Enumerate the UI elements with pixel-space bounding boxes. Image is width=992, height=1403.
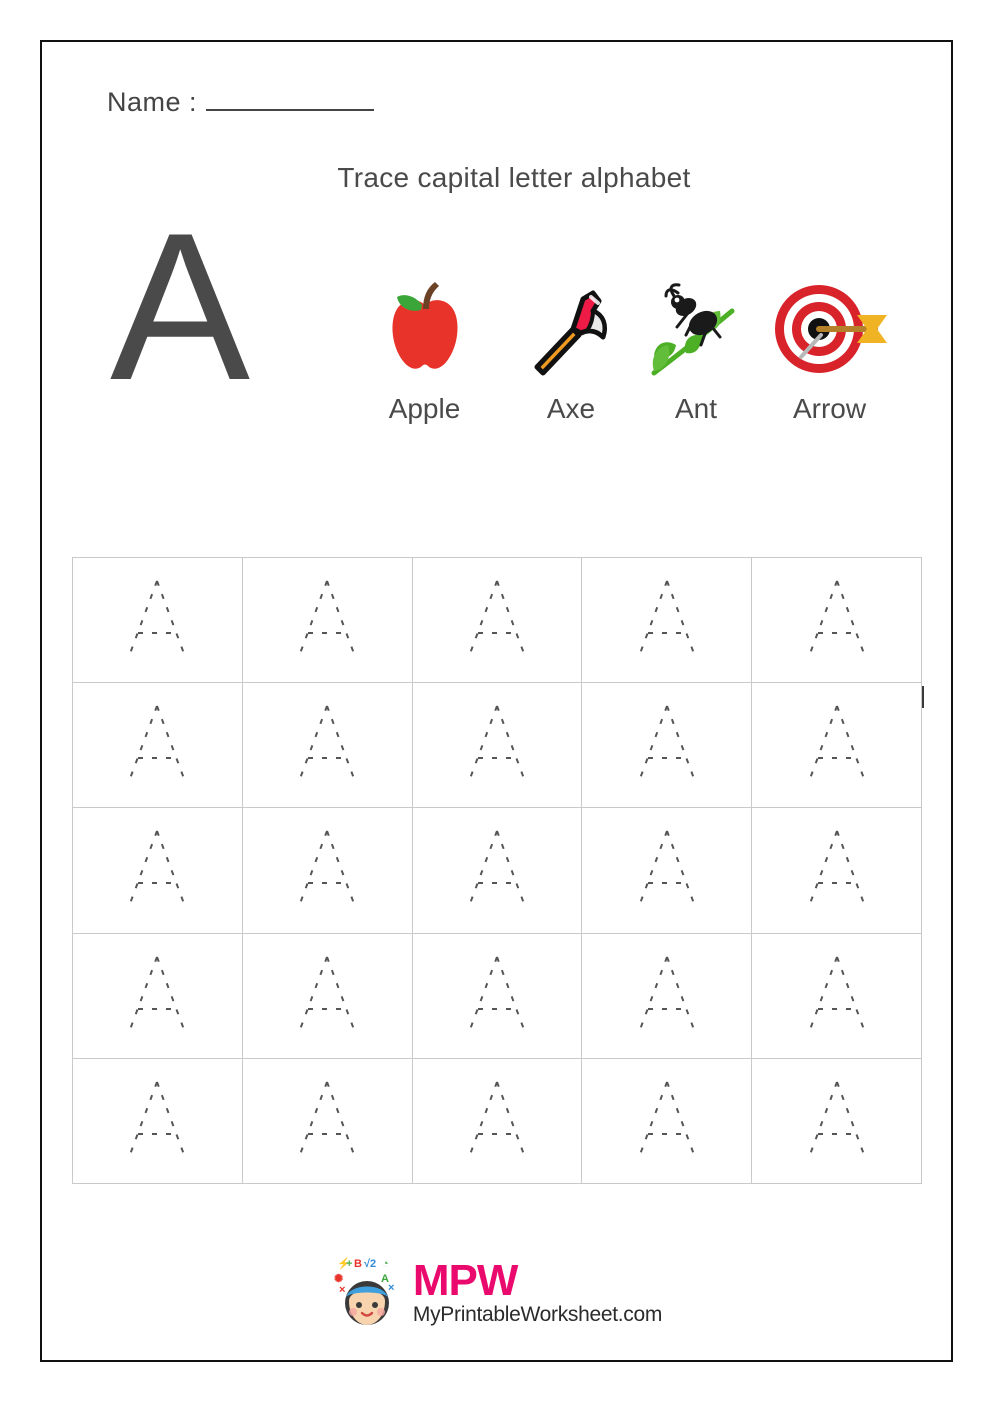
- trace-cell[interactable]: [242, 558, 413, 684]
- trace-cell[interactable]: [73, 683, 243, 809]
- student-face-icon: ⚡ + B √2 ◔ A ✺ × ×: [334, 1257, 394, 1325]
- dashed-letter-a: [127, 705, 188, 785]
- name-label: Name :: [107, 87, 198, 117]
- trace-cell[interactable]: [73, 558, 243, 684]
- dashed-letter-a: [467, 1081, 527, 1161]
- logo-mpw: MPW: [412, 1255, 519, 1305]
- trace-cell[interactable]: [242, 808, 413, 934]
- dashed-letter-a: [636, 705, 697, 785]
- trace-cell[interactable]: [412, 558, 583, 684]
- trace-cell[interactable]: [412, 808, 583, 934]
- trace-cell[interactable]: [752, 1058, 922, 1184]
- example-label-ant: Ant: [674, 393, 718, 424]
- svg-text:√2: √2: [364, 1258, 376, 1270]
- dashed-letter-a: [806, 831, 867, 910]
- trace-cell[interactable]: [582, 808, 753, 934]
- svg-text:×: ×: [388, 1282, 394, 1294]
- example-label-arrow: Arrow: [792, 393, 867, 424]
- dashed-letter-a: [297, 705, 358, 785]
- trace-cell[interactable]: [242, 683, 413, 809]
- trace-cell[interactable]: [412, 1058, 583, 1184]
- dashed-letter-a: [806, 580, 867, 660]
- mascot-art: ⚡ + B √2 ◔ A ✺ × ×: [331, 1255, 407, 1332]
- dashed-letter-a: [806, 956, 867, 1036]
- dashed-letter-a: [297, 831, 358, 910]
- svg-text:◔: ◔: [382, 1258, 389, 1270]
- example-ant: Ant: [635, 269, 757, 425]
- dashed-letter-a: [297, 956, 358, 1036]
- name-write-line[interactable]: [206, 109, 375, 111]
- trace-cell[interactable]: [242, 933, 413, 1059]
- dashed-letter-a: [636, 831, 697, 910]
- example-arrow: Arrow: [757, 269, 902, 425]
- example-words-strip: Apple Axe Ant Arrow: [342, 269, 902, 425]
- trace-cell[interactable]: [73, 1058, 243, 1184]
- dashed-letter-a: [127, 831, 188, 910]
- trace-cell[interactable]: [752, 683, 922, 809]
- svg-text:×: ×: [339, 1284, 345, 1296]
- apple-art: [373, 269, 477, 379]
- grid-edge-tick: [922, 686, 924, 708]
- svg-text:+: +: [346, 1258, 352, 1270]
- axe-art: [521, 269, 621, 379]
- apple-icon: [391, 282, 458, 369]
- trace-cell[interactable]: [752, 933, 922, 1059]
- axe-icon: [534, 290, 608, 376]
- trace-cell[interactable]: [73, 933, 243, 1059]
- dashed-letter-a: [806, 705, 867, 785]
- trace-cell[interactable]: [412, 933, 583, 1059]
- footer-logo: ⚡ + B √2 ◔ A ✺ × × MPW MyPrintableWorksh…: [42, 1255, 951, 1332]
- svg-text:B: B: [354, 1258, 362, 1270]
- dashed-letter-a: [127, 956, 188, 1036]
- dashed-letter-a: [297, 580, 358, 660]
- dashed-letter-a: [806, 1081, 867, 1161]
- worksheet-page: Name : Trace capital letter alphabet A A…: [40, 40, 953, 1362]
- dashed-letter-a: [467, 956, 527, 1036]
- example-label-axe: Axe: [546, 393, 596, 424]
- trace-cell[interactable]: [752, 808, 922, 934]
- dashed-letter-a: [127, 580, 188, 660]
- example-label-apple: Apple: [388, 393, 461, 424]
- trace-cell[interactable]: [582, 1058, 753, 1184]
- trace-cell[interactable]: [242, 1058, 413, 1184]
- hero-section: A Apple Axe Ant Arrow: [42, 189, 951, 494]
- example-apple: Apple: [342, 269, 507, 425]
- trace-cell[interactable]: [582, 558, 753, 684]
- ant-icon: [651, 283, 735, 376]
- arrow-target-icon: [774, 285, 887, 373]
- dashed-letter-a: [297, 1081, 358, 1161]
- dashed-letter-a: [467, 705, 527, 785]
- ant-art: [646, 269, 746, 379]
- dashed-letter-a: [636, 580, 697, 660]
- dashed-letter-a: [636, 956, 697, 1036]
- trace-cell[interactable]: [412, 683, 583, 809]
- trace-cell[interactable]: [752, 558, 922, 684]
- dashed-letter-a: [467, 580, 527, 660]
- example-axe: Axe: [507, 269, 635, 425]
- dashed-letter-a: [127, 1081, 188, 1161]
- name-field-row: Name :: [107, 87, 375, 118]
- trace-cell[interactable]: [582, 683, 753, 809]
- trace-cell[interactable]: [582, 933, 753, 1059]
- dashed-letter-a: [636, 1081, 697, 1161]
- logo-site-url: MyPrintableWorksheet.com: [412, 1303, 663, 1327]
- arrow-target-art: [771, 269, 889, 379]
- logo-text-block: MPW MyPrintableWorksheet.com: [412, 1255, 663, 1328]
- trace-grid: [72, 557, 922, 1184]
- big-letter-a: A: [110, 189, 251, 424]
- dashed-letter-a: [467, 831, 527, 910]
- trace-cell[interactable]: [73, 808, 243, 934]
